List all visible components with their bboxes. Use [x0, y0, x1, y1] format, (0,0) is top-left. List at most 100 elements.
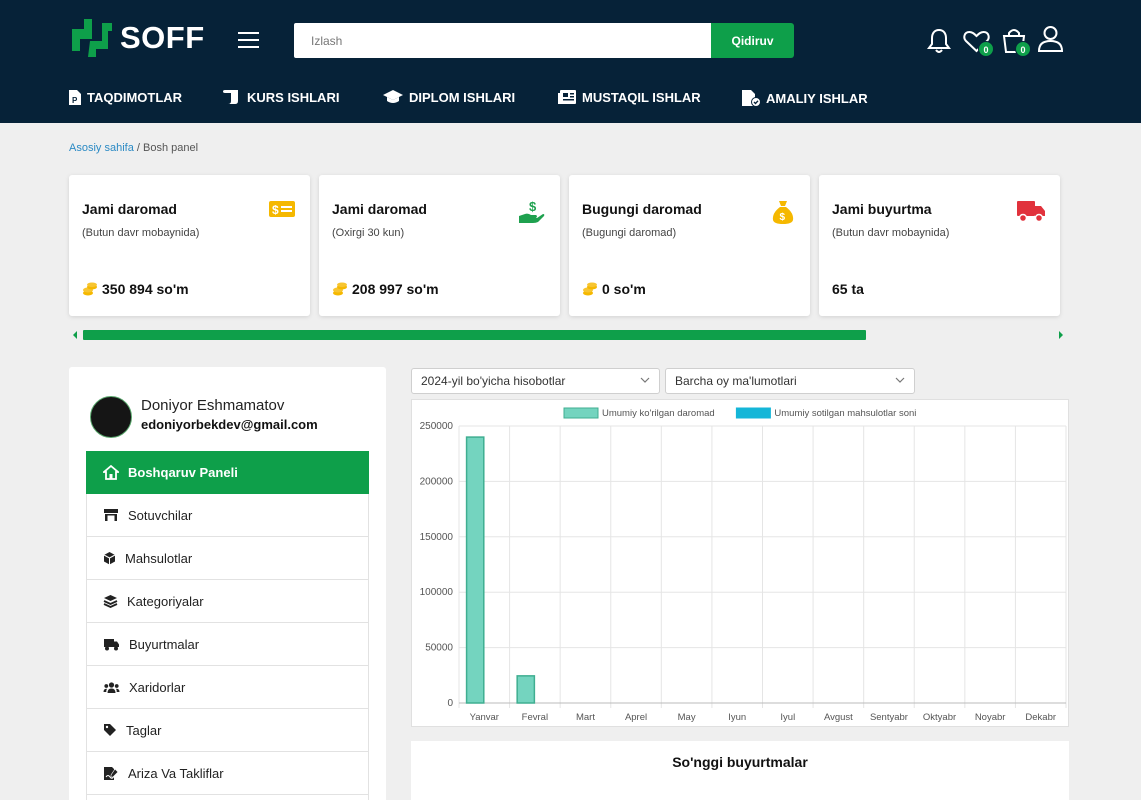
users-icon	[103, 681, 120, 693]
breadcrumb-separator: /	[136, 142, 140, 154]
legend-swatch	[563, 407, 599, 419]
year-report-select[interactable]: 2024-yil bo'yicha hisobotlar	[411, 368, 660, 394]
x-tick-label: Oktyabr	[923, 712, 956, 723]
nav-item-label: AMALIY ISHLAR	[766, 90, 868, 106]
scroll-left-arrow-icon[interactable]	[73, 331, 77, 339]
menu-item-label: Mahsulotlar	[125, 550, 193, 566]
scrollbar-thumb[interactable]	[83, 330, 866, 340]
nav-item-amaliy-ishlar[interactable]: AMALIY ISHLAR	[741, 89, 868, 107]
card-subtitle: (Butun davr mobaynida)	[82, 227, 200, 239]
menu-item-requests[interactable]: Ariza Va Takliflar	[86, 752, 369, 795]
stat-card-today-income: Bugungi daromad (Bugungi daromad) $ 0 so…	[569, 175, 810, 316]
y-tick-label: 0	[447, 698, 453, 709]
menu-item-categories[interactable]: Kategoriyalar	[86, 580, 369, 623]
cards-scrollbar[interactable]	[69, 325, 1067, 345]
card-subtitle: (Butun davr mobaynida)	[832, 227, 950, 239]
svg-text:$: $	[272, 203, 279, 217]
nav-item-kurs-ishlari[interactable]: KURS ISHLARI	[222, 89, 339, 105]
breadcrumb-current: Bosh panel	[143, 142, 199, 154]
card-value: 65 ta	[832, 281, 864, 297]
home-icon	[103, 465, 119, 480]
menu-item-orders[interactable]: Buyurtmalar	[86, 623, 369, 666]
menu-item-label: Boshqaruv Paneli	[128, 465, 238, 480]
x-tick-label: May	[678, 712, 696, 723]
card-value: 208 997 so'm	[332, 281, 439, 297]
month-filter-select[interactable]: Barcha oy ma'lumotlari	[665, 368, 915, 394]
stat-card-total-income: Jami daromad (Butun davr mobaynida) $ 35…	[69, 175, 310, 316]
bar-chart: 0 50000 100000 150000 200000 250000 Yanvar Fevr…	[420, 407, 1067, 723]
nav-item-label: KURS ISHLARI	[247, 89, 340, 105]
latest-orders-title: So'nggi buyurtmalar	[672, 754, 808, 770]
bar-fevral	[516, 675, 536, 704]
menu-item-label: Xaridorlar	[129, 679, 186, 695]
card-value-text: 350 894 so'm	[102, 281, 189, 297]
menu-item-label: Buyurtmalar	[129, 636, 200, 652]
presentation-file-icon: P	[69, 90, 81, 105]
truck-icon	[1017, 201, 1045, 223]
x-tick-label: Noyabr	[975, 712, 1006, 723]
avatar[interactable]	[90, 396, 132, 438]
admin-sidebar: Doniyor Eshmamatov edoniyorbekdev@gmail.…	[69, 367, 386, 800]
site-logo[interactable]: SOFF	[68, 17, 205, 58]
box-icon	[103, 552, 116, 565]
stat-card-total-orders: Jami buyurtma (Butun davr mobaynida) 65 …	[819, 175, 1060, 316]
latest-orders-panel: So'nggi buyurtmalar	[411, 741, 1069, 800]
breadcrumb-home-link[interactable]: Asosiy sahifa	[69, 142, 134, 154]
nav-item-label: TAQDIMOTLAR	[87, 90, 183, 105]
header-bar: SOFF Qidiruv 0 0 P TAQDIMOTLAR KURS ISHL…	[0, 0, 1141, 123]
x-tick-label: Fevral	[522, 712, 548, 723]
menu-item-label: Kategoriyalar	[127, 593, 204, 609]
hand-dollar-icon: $	[519, 199, 545, 223]
user-account-icon[interactable]	[1038, 25, 1063, 52]
y-tick-label: 100000	[420, 587, 454, 598]
y-tick-label: 50000	[425, 643, 453, 654]
nav-item-mustaqil-ishlar[interactable]: MUSTAQIL ISHLAR	[557, 89, 701, 105]
search-button[interactable]: Qidiruv	[711, 23, 794, 58]
menu-item-sellers[interactable]: Sotuvchilar	[86, 494, 369, 537]
chevron-down-icon	[640, 377, 650, 383]
bell-icon[interactable]	[927, 28, 951, 54]
nav-item-label: MUSTAQIL ISHLAR	[582, 89, 701, 105]
y-tick-label: 200000	[420, 476, 454, 487]
svg-text:$: $	[780, 212, 786, 223]
bar-yanvar	[465, 436, 485, 704]
money-bill-icon: $	[269, 201, 295, 217]
x-tick-label: Dekabr	[1025, 712, 1056, 723]
signature-icon	[104, 766, 119, 780]
card-subtitle: (Bugungi daromad)	[582, 227, 677, 239]
card-value-text: 65 ta	[832, 281, 864, 297]
svg-text:$: $	[529, 199, 537, 214]
graduation-cap-icon	[383, 90, 403, 103]
card-value: 0 so'm	[582, 281, 646, 297]
menu-item-tags[interactable]: Taglar	[86, 709, 369, 752]
x-tick-label: Sentyabr	[870, 712, 908, 723]
scroll-icon	[223, 90, 238, 104]
nav-item-taqdimotlar[interactable]: P TAQDIMOTLAR	[68, 89, 182, 106]
checked-file-icon	[742, 90, 761, 107]
card-title: Jami buyurtma	[832, 201, 932, 217]
nav-item-label: DIPLOM ISHLARI	[409, 89, 516, 105]
x-tick-label: Aprel	[625, 712, 647, 723]
card-title: Jami daromad	[332, 201, 427, 217]
svg-text:P: P	[72, 96, 78, 105]
menu-item-customers[interactable]: Xaridorlar	[86, 666, 369, 709]
x-tick-label: Mart	[576, 712, 595, 723]
user-email: edoniyorbekdev@gmail.com	[141, 417, 318, 432]
card-title: Bugungi daromad	[582, 201, 702, 217]
logo-text: SOFF	[120, 19, 205, 55]
menu-item-label: Taglar	[126, 722, 162, 738]
menu-item-more[interactable]	[86, 795, 369, 800]
menu-item-label: Ariza Va Takliflar	[128, 765, 224, 781]
search-input[interactable]	[294, 23, 712, 58]
tag-icon	[104, 724, 116, 736]
nav-item-diplom-ishlari[interactable]: DIPLOM ISHLARI	[382, 89, 515, 105]
hamburger-menu-icon[interactable]	[238, 32, 259, 48]
x-tick-label: Yanvar	[470, 712, 499, 723]
menu-item-products[interactable]: Mahsulotlar	[86, 537, 369, 580]
menu-item-dashboard[interactable]: Boshqaruv Paneli	[86, 451, 369, 494]
card-value-text: 208 997 so'm	[352, 281, 439, 297]
yearly-report-chart: 0 50000 100000 150000 200000 250000 Yanvar Fevr…	[411, 399, 1069, 727]
year-select-value: 2024-yil bo'yicha hisobotlar	[421, 374, 566, 388]
scroll-right-arrow-icon[interactable]	[1059, 331, 1063, 339]
store-icon	[104, 509, 118, 521]
